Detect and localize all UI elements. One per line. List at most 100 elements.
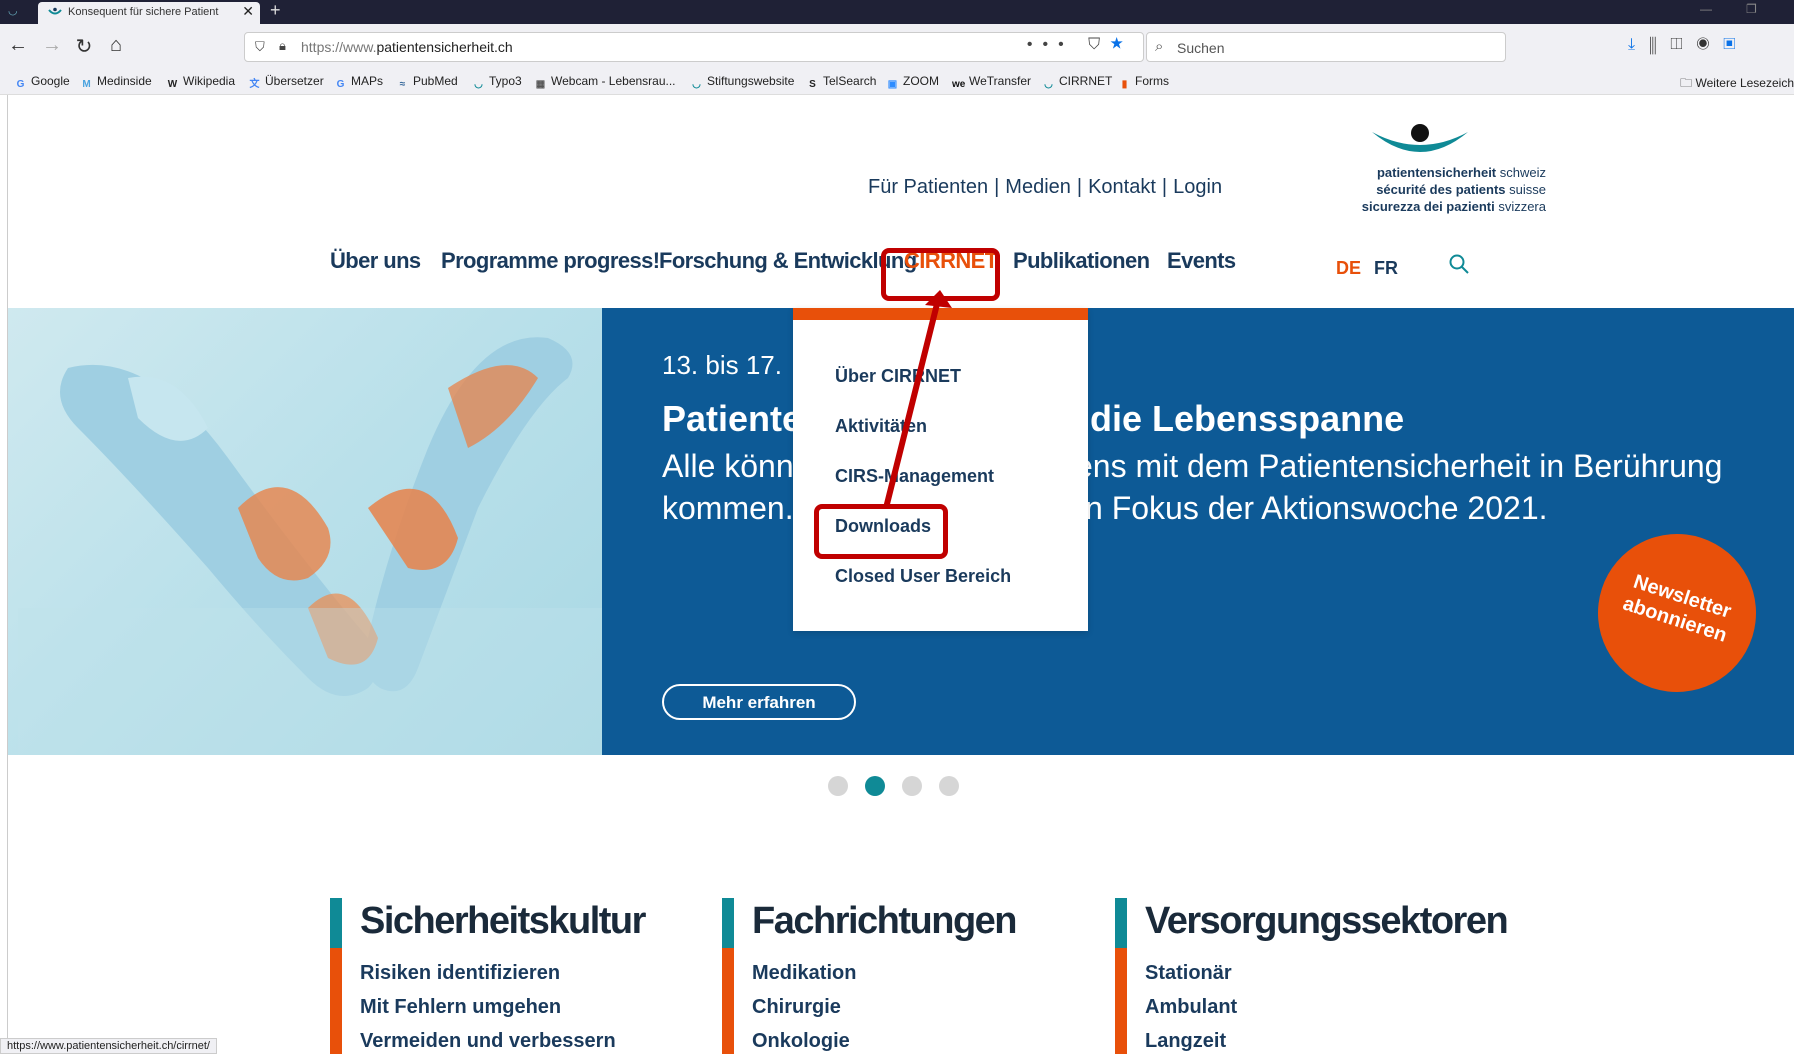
topnav-login[interactable]: Login <box>1173 176 1222 198</box>
zoom-extension-icon[interactable]: ▣ <box>1723 36 1749 53</box>
bookmark-item[interactable]: M Medinside <box>80 74 152 91</box>
bookmark-item[interactable]: we WeTransfer <box>952 74 1031 91</box>
firefox-menu-icon[interactable]: ◡ <box>8 4 28 20</box>
bookmark-item[interactable]: ◡ CIRRNET <box>1042 74 1112 91</box>
category-title[interactable]: Sicherheitskultur <box>360 900 646 943</box>
category-link[interactable]: Mit Fehlern umgehen <box>360 996 561 1019</box>
bookmark-item[interactable]: ▮ Forms <box>1118 74 1169 91</box>
bookmark-label: WeTransfer <box>969 74 1032 88</box>
site-logo[interactable]: patientensicherheit schweiz sécurité des… <box>1270 120 1570 220</box>
tab-title: Konsequent für sichere Patient <box>68 6 219 18</box>
cirrnet-dropdown-menu: Über CIRRNET Aktivitäten CIRS-Management… <box>793 308 1088 631</box>
other-bookmarks[interactable]: 🗀︎ Weitere Lesezeich <box>1680 74 1794 95</box>
downloads-icon[interactable]: ⤓ <box>1628 36 1649 53</box>
pocket-icon[interactable]: ⛉ <box>1088 36 1110 53</box>
mehr-erfahren-button[interactable]: Mehr erfahren <box>662 684 856 720</box>
google-icon: G <box>16 79 25 90</box>
category-link[interactable]: Vermeiden und verbessern <box>360 1030 616 1053</box>
lang-de[interactable]: DE <box>1336 258 1361 279</box>
logo-line-2-bold: sécurité des patients <box>1376 182 1506 197</box>
bookmark-item[interactable]: 文 Übersetzer <box>248 74 324 91</box>
category-link[interactable]: Onkologie <box>752 1030 850 1053</box>
bookmark-item[interactable]: S TelSearch <box>806 74 876 91</box>
nav-toolbar: ← → ↻ ⌂ ⛉ 🔒︎ https://www.patientensicher… <box>0 28 1794 66</box>
library-icon[interactable]: ⫼ <box>1649 36 1670 53</box>
lock-icon[interactable]: 🔒︎ <box>279 38 286 54</box>
menu-item-closed-user-bereich[interactable]: Closed User Bereich <box>835 566 1011 587</box>
topnav-kontakt[interactable]: Kontakt <box>1088 176 1156 198</box>
bookmark-item[interactable]: ≈ PubMed <box>396 74 458 91</box>
bookmark-item[interactable]: ▣ ZOOM <box>886 74 939 91</box>
menu-item-ueber-cirrnet[interactable]: Über CIRRNET <box>835 366 961 387</box>
back-icon[interactable]: ← <box>6 34 30 57</box>
mainnav-programme[interactable]: Programme progress! <box>441 248 660 274</box>
maximize-icon[interactable]: ❐ <box>1746 2 1757 16</box>
divider: | <box>994 176 1000 198</box>
mainnav-events[interactable]: Events <box>1167 248 1236 274</box>
category-link[interactable]: Stationär <box>1145 962 1232 985</box>
category-link[interactable]: Ambulant <box>1145 996 1237 1019</box>
bookmarks-toolbar: G Google M Medinside W Wikipedia 文 Übersetzer G M… <box>0 70 1794 92</box>
category-title[interactable]: Fachrichtungen <box>752 900 1018 943</box>
bookmark-item[interactable]: G Google <box>14 74 70 91</box>
bookmark-star-icon[interactable]: ★ <box>1110 36 1133 53</box>
new-tab-icon[interactable]: + <box>270 0 281 21</box>
category-link[interactable]: Risiken identifizieren <box>360 962 560 985</box>
mainnav-publikationen[interactable]: Publikationen <box>1013 248 1150 274</box>
logo-mark-icon <box>1372 124 1468 152</box>
hero-text-line1-end: ens mit dem Patientensicherheit in Berüh… <box>1075 448 1723 484</box>
bookmark-label: CIRRNET <box>1059 74 1113 88</box>
mainnav-forschung[interactable]: Forschung & Entwicklung <box>659 248 917 274</box>
tracking-shield-icon[interactable]: ⛉ <box>255 39 265 55</box>
close-tab-icon[interactable]: ✕ <box>242 3 254 20</box>
account-icon[interactable]: ◉ <box>1697 36 1724 53</box>
window-frame <box>0 95 8 1054</box>
ps-logo-icon: ◡ <box>692 79 701 90</box>
translator-icon: 文 <box>249 79 260 90</box>
sidebar-icon[interactable]: ◫ <box>1670 36 1696 53</box>
bookmark-label: TelSearch <box>823 74 877 88</box>
bookmark-item[interactable]: W Wikipedia <box>166 74 235 91</box>
mainnav-ueber-uns[interactable]: Über uns <box>330 248 421 274</box>
url-protocol: https://www. <box>301 39 377 55</box>
carousel-dot-3[interactable] <box>902 776 922 796</box>
home-icon[interactable]: ⌂ <box>104 34 128 57</box>
hero-date: 13. bis 17. <box>662 350 782 380</box>
toolbar-icons: ⤓⫼◫◉▣ <box>1628 36 1749 54</box>
url-host: patientensicherheit.ch <box>376 39 513 55</box>
bookmark-item[interactable]: ▦ Webcam - Lebensrau... <box>534 74 676 91</box>
menu-item-aktivitaeten[interactable]: Aktivitäten <box>835 416 927 437</box>
bookmark-item[interactable]: ◡ Typo3 <box>472 74 522 91</box>
category-link[interactable]: Medikation <box>752 962 856 985</box>
hero-text-line2-start: kommen. <box>662 490 794 526</box>
carousel-dot-1[interactable] <box>828 776 848 796</box>
ps-logo-icon: ◡ <box>1044 79 1053 90</box>
webcam-icon: ▦ <box>535 79 546 90</box>
bookmark-label: Medinside <box>97 74 152 88</box>
topnav-medien[interactable]: Medien <box>1005 176 1071 198</box>
carousel-dot-2[interactable] <box>865 776 885 796</box>
url-bar[interactable]: ⛉ 🔒︎ https://www.patientensicherheit.ch … <box>244 32 1144 62</box>
carousel-dot-4[interactable] <box>939 776 959 796</box>
category-title[interactable]: Versorgungssektoren <box>1145 900 1509 943</box>
page-actions-icon[interactable]: ••• <box>1027 36 1074 53</box>
bookmark-label: Übersetzer <box>265 74 324 88</box>
topnav-patienten[interactable]: Für Patienten <box>868 176 988 198</box>
menu-item-cirs-management[interactable]: CIRS-Management <box>835 466 994 487</box>
browser-tab[interactable]: Konsequent für sichere Patient ✕ <box>38 2 260 24</box>
lang-fr[interactable]: FR <box>1374 258 1398 279</box>
bookmark-item[interactable]: G MAPs <box>334 74 383 91</box>
reload-icon[interactable]: ↻ <box>72 34 96 59</box>
bookmark-label: MAPs <box>351 74 384 88</box>
ps-favicon-icon <box>48 7 62 15</box>
bookmark-item[interactable]: ◡ Stiftungswebsite <box>690 74 794 91</box>
logo-text: patientensicherheit schweiz sécurité des… <box>1286 164 1546 215</box>
site-search-icon[interactable] <box>1448 253 1470 275</box>
search-input[interactable]: ⌕ Suchen <box>1146 32 1506 62</box>
forward-icon[interactable]: → <box>40 34 64 57</box>
status-bar-url: https://www.patientensicherheit.ch/cirrn… <box>0 1038 217 1054</box>
logo-line-1-bold: patientensicherheit <box>1376 165 1497 180</box>
category-link[interactable]: Chirurgie <box>752 996 841 1019</box>
category-link[interactable]: Langzeit <box>1145 1030 1226 1053</box>
minimize-icon[interactable]: — <box>1700 2 1712 16</box>
